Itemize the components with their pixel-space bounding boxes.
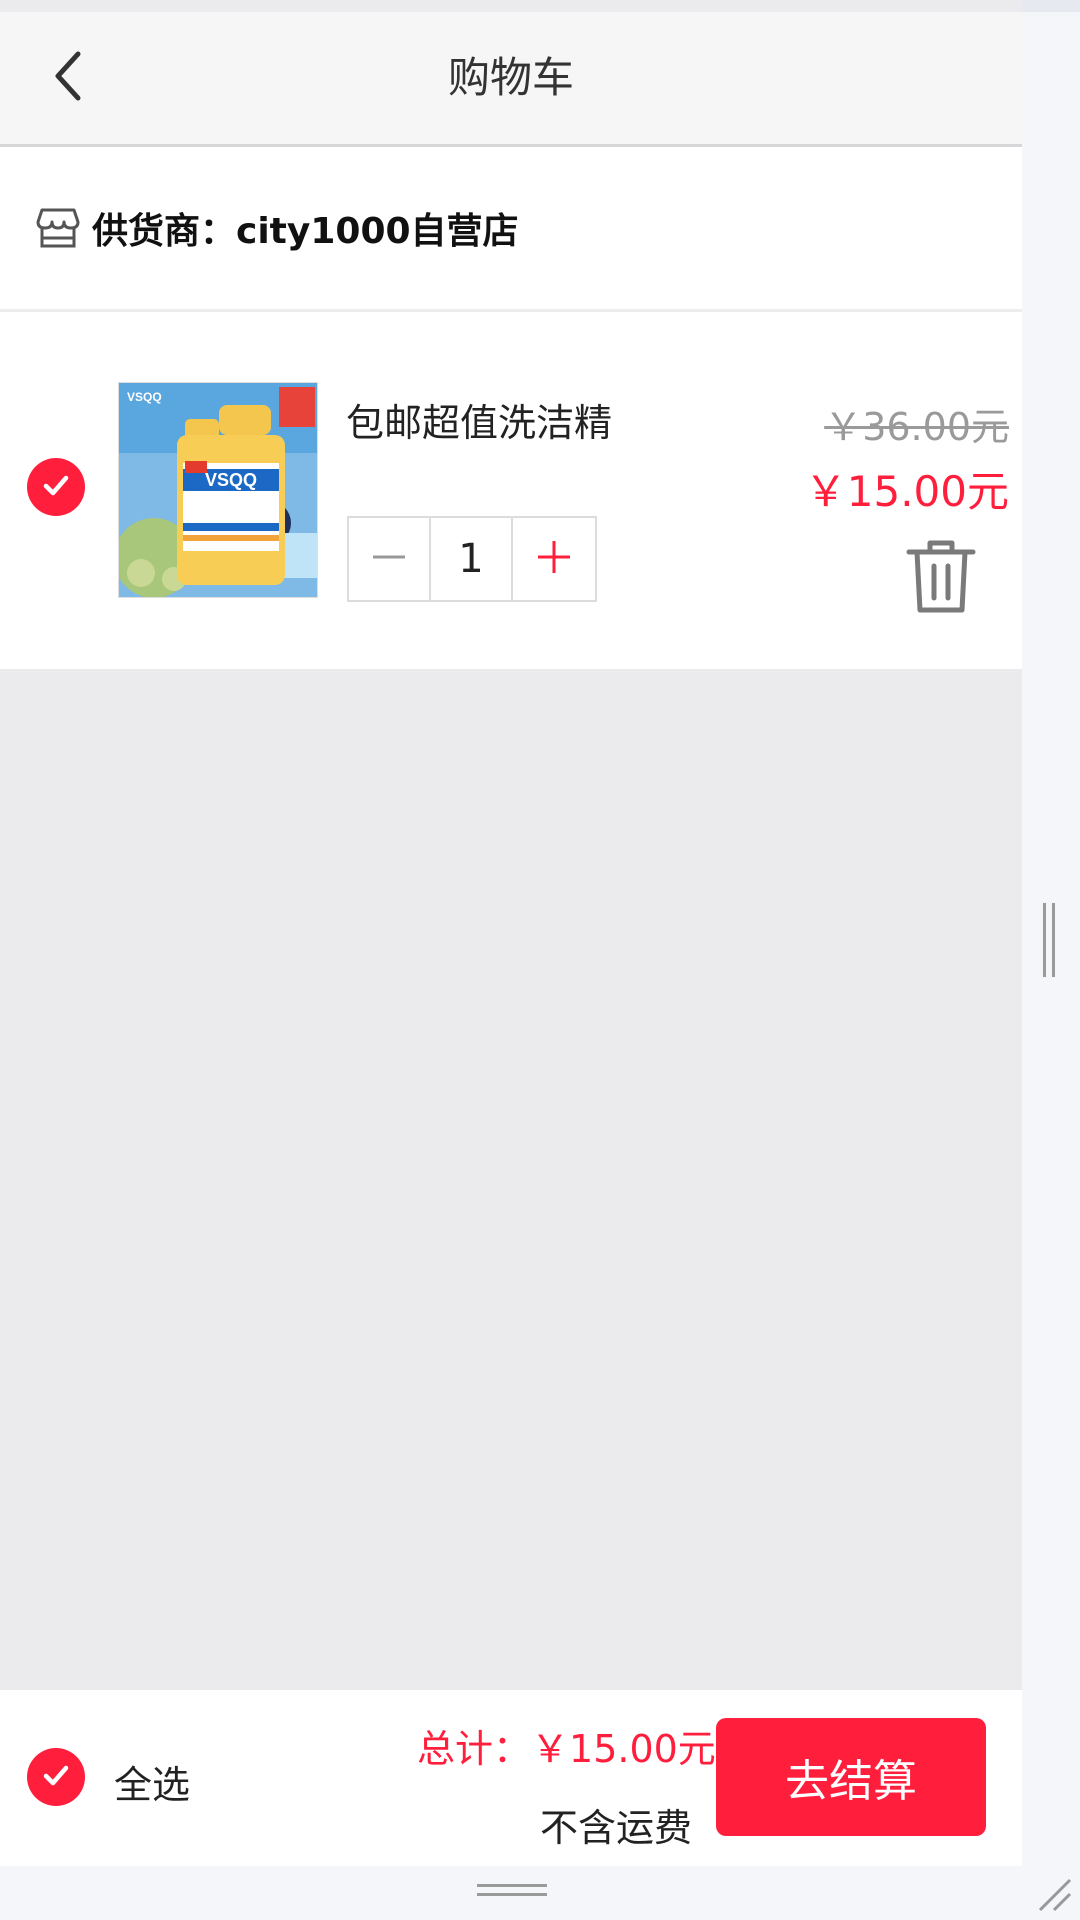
product-image-dish-soap[interactable]: VSQQ VSQQ — [118, 382, 318, 598]
checkout-button[interactable]: 去结算 — [716, 1718, 986, 1836]
current-price: ￥15.00元 — [804, 467, 1009, 516]
plus-icon — [534, 537, 574, 581]
svg-text:VSQQ: VSQQ — [127, 390, 162, 404]
item-select-checkbox[interactable] — [27, 458, 85, 516]
increase-quantity-button[interactable] — [513, 518, 595, 600]
shipping-note: 不含运费 — [540, 1806, 693, 1850]
corner-resize-grip-icon[interactable] — [1034, 1874, 1074, 1914]
store-icon — [36, 206, 80, 250]
original-price: ￥36.00元 — [824, 405, 1009, 449]
quantity-value[interactable]: 1 — [431, 518, 513, 600]
empty-cart-area — [0, 669, 1022, 1690]
select-all-checkbox[interactable] — [27, 1748, 85, 1806]
total-label: 总计： — [417, 1727, 532, 1771]
supplier-row: 供货商：city1000自营店 — [0, 147, 1022, 311]
supplier-name: 供货商：city1000自营店 — [92, 211, 519, 252]
delete-item-button[interactable] — [906, 538, 976, 614]
select-all-label[interactable]: 全选 — [114, 1754, 190, 1809]
quantity-stepper: 1 — [347, 516, 597, 602]
checkmark-icon — [39, 1758, 73, 1796]
page-title: 购物车 — [447, 53, 574, 102]
checkmark-icon — [39, 468, 73, 506]
product-name[interactable]: 包邮超值洗洁精 — [346, 392, 612, 447]
vertical-resize-handle[interactable] — [1041, 903, 1059, 977]
minus-icon — [369, 537, 409, 581]
horizontal-resize-handle[interactable] — [477, 1884, 547, 1900]
trash-icon — [906, 540, 976, 618]
total-amount: 总计：￥15.00元 — [417, 1718, 716, 1773]
total-value: ￥15.00元 — [531, 1727, 716, 1771]
navigation-header: 购物车 — [0, 12, 1022, 147]
decrease-quantity-button[interactable] — [349, 518, 431, 600]
svg-text:VSQQ: VSQQ — [205, 470, 257, 490]
